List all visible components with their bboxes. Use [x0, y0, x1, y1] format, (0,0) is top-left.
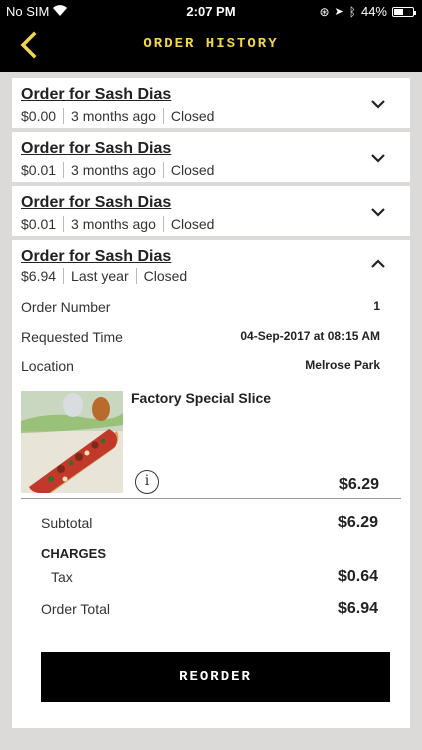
product-price: $6.29: [338, 476, 379, 493]
battery-percent: 44%: [360, 4, 387, 19]
order-status: Closed: [162, 108, 222, 124]
location-value: Melrose Park: [305, 358, 380, 372]
order-card[interactable]: Order for Sash Dias $0.01 3 months ago C…: [12, 132, 410, 182]
order-meta: $0.01 3 months ago Closed: [21, 162, 221, 178]
order-amount: $0.01: [21, 216, 57, 232]
tax-value: $0.64: [337, 568, 378, 585]
order-date: Last year: [63, 268, 136, 284]
order-number-label: Order Number: [21, 299, 111, 315]
order-meta: $0.01 3 months ago Closed: [21, 216, 221, 232]
order-amount: $0.00: [21, 108, 57, 124]
order-meta: $0.00 3 months ago Closed: [21, 108, 221, 124]
order-meta: $6.94 Last year Closed: [21, 268, 194, 284]
chevron-down-icon[interactable]: [370, 204, 386, 220]
top-bar: No SIM 2:07 PM ⊛ ➤ ᛒ 44% ORDER HISTORY: [0, 0, 422, 72]
tax-label: Tax: [51, 569, 73, 585]
order-status: Closed: [162, 216, 222, 232]
status-bar: No SIM 2:07 PM ⊛ ➤ ᛒ 44%: [0, 0, 422, 22]
order-card-expanded[interactable]: Order for Sash Dias $6.94 Last year Clos…: [12, 240, 410, 728]
order-date: 3 months ago: [63, 216, 163, 232]
info-icon[interactable]: i: [135, 470, 159, 494]
chevron-up-icon[interactable]: [370, 256, 386, 272]
order-title[interactable]: Order for Sash Dias: [21, 86, 171, 104]
order-title[interactable]: Order for Sash Dias: [21, 194, 171, 212]
reorder-button[interactable]: REORDER: [41, 652, 390, 702]
order-amount: $6.94: [21, 268, 57, 284]
order-number-row: Order Number 1: [21, 299, 380, 315]
bluetooth-icon: ᛒ: [348, 4, 356, 19]
page-title: ORDER HISTORY: [143, 36, 279, 52]
total-label: Order Total: [41, 601, 110, 617]
requested-time-row: Requested Time 04-Sep-2017 at 08:15 AM: [21, 329, 380, 345]
lock-rotation-icon: ⊛: [319, 4, 330, 19]
order-list: Order for Sash Dias $0.00 3 months ago C…: [0, 72, 422, 750]
charges-heading: CHARGES: [41, 546, 107, 561]
order-title[interactable]: Order for Sash Dias: [21, 140, 171, 158]
order-number-value: 1: [373, 299, 380, 313]
chevron-down-icon[interactable]: [370, 96, 386, 112]
total-row: Order Total $6.94: [41, 600, 378, 618]
order-title[interactable]: Order for Sash Dias: [21, 248, 171, 266]
order-status: Closed: [135, 268, 195, 284]
order-status: Closed: [162, 162, 222, 178]
location-icon: ➤: [334, 6, 344, 18]
requested-time-label: Requested Time: [21, 329, 123, 345]
order-card[interactable]: Order for Sash Dias $0.01 3 months ago C…: [12, 186, 410, 236]
tax-row: Tax $0.64: [51, 568, 378, 586]
product-name: Factory Special Slice: [131, 390, 272, 406]
subtotal-row: Subtotal $6.29: [41, 514, 378, 532]
order-amount: $0.01: [21, 162, 57, 178]
pizza-image: [21, 391, 123, 493]
divider: [21, 498, 401, 499]
subtotal-label: Subtotal: [41, 515, 93, 531]
requested-time-value: 04-Sep-2017 at 08:15 AM: [240, 329, 380, 343]
subtotal-value: $6.29: [337, 514, 378, 531]
order-date: 3 months ago: [63, 162, 163, 178]
chevron-down-icon[interactable]: [370, 150, 386, 166]
total-value: $6.94: [337, 600, 378, 617]
order-card[interactable]: Order for Sash Dias $0.00 3 months ago C…: [12, 78, 410, 128]
location-row: Location Melrose Park: [21, 358, 380, 374]
order-date: 3 months ago: [63, 108, 163, 124]
location-label: Location: [21, 358, 74, 374]
battery-icon: [392, 6, 416, 17]
status-right: ⊛ ➤ ᛒ 44%: [319, 4, 416, 19]
